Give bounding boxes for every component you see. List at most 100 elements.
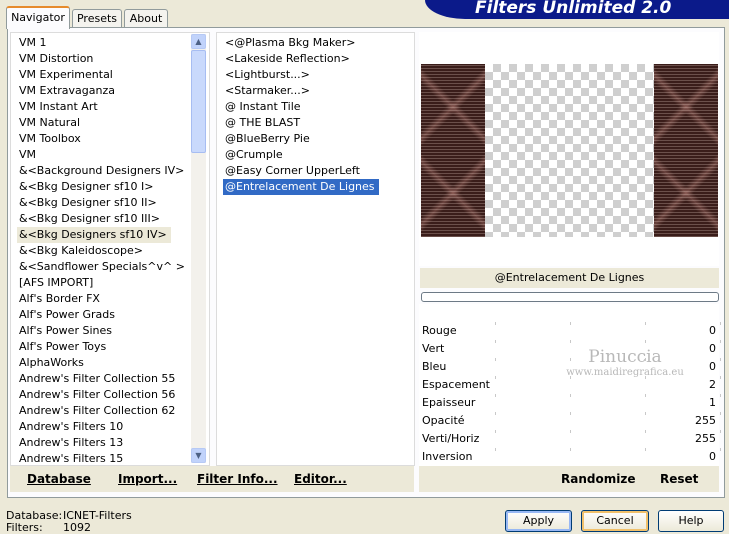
slider-tick: [645, 322, 646, 325]
slider-tick: [645, 448, 646, 451]
category-list-item[interactable]: Alf's Power Sines: [17, 323, 185, 339]
param-value: 0: [709, 342, 716, 355]
tab-about[interactable]: About: [124, 9, 168, 28]
filter-list-item[interactable]: @Crumple: [223, 147, 379, 163]
category-list-item[interactable]: Andrew's Filter Collection 56: [17, 387, 185, 403]
category-list-item[interactable]: &<Bkg Designers sf10 IV>: [17, 227, 171, 243]
editor-button[interactable]: Editor...: [294, 472, 347, 486]
param-label: Epaisseur: [422, 396, 476, 409]
category-list-item[interactable]: Alf's Power Grads: [17, 307, 185, 323]
category-list-item[interactable]: &<Sandflower Specials^v^ >: [17, 259, 185, 275]
category-list-item[interactable]: &<Bkg Kaleidoscope>: [17, 243, 185, 259]
filter-list-item[interactable]: <Lightburst...>: [223, 67, 379, 83]
app-title: Filters Unlimited 2.0: [475, 0, 672, 18]
category-list-item[interactable]: &<Background Designers IV>: [17, 163, 185, 179]
filter-list-item[interactable]: @ THE BLAST: [223, 115, 379, 131]
category-list-item[interactable]: VM: [17, 147, 185, 163]
category-list-item[interactable]: VM Experimental: [17, 67, 185, 83]
category-list-item[interactable]: VM Extravaganza: [17, 83, 185, 99]
param-value: 255: [695, 414, 716, 427]
param-row[interactable]: Rouge 0: [420, 322, 721, 340]
import-button[interactable]: Import...: [118, 472, 177, 486]
category-list-item[interactable]: VM Natural: [17, 115, 185, 131]
scroll-down-icon[interactable]: ▼: [191, 448, 206, 463]
param-label: Rouge: [422, 324, 457, 337]
slider-tick: [720, 394, 721, 397]
import-button-label: Import...: [118, 472, 178, 486]
category-list-item[interactable]: VM 1: [17, 35, 185, 51]
slider-tick: [720, 340, 721, 343]
category-list-item[interactable]: Alf's Power Toys: [17, 339, 185, 355]
category-list-item[interactable]: VM Distortion: [17, 51, 185, 67]
category-list-item[interactable]: Andrew's Filters 15: [17, 451, 185, 465]
slider-tick: [570, 322, 571, 325]
slider-tick: [570, 430, 571, 433]
param-row[interactable]: Opacité 255: [420, 412, 721, 430]
category-list-item[interactable]: &<Bkg Designer sf10 I>: [17, 179, 185, 195]
category-list-item[interactable]: Andrew's Filter Collection 55: [17, 371, 185, 387]
category-list-item[interactable]: [AFS IMPORT]: [17, 275, 185, 291]
watermark: Pinuccia www.maidiregrafica.eu: [545, 347, 705, 379]
param-label: Verti/Horiz: [422, 432, 480, 445]
slider-tick: [495, 430, 496, 433]
slider-tick: [570, 394, 571, 397]
filter-info-button[interactable]: Filter Info...: [197, 472, 278, 486]
randomize-button-label: Randomize: [561, 472, 636, 486]
slider-tick: [720, 322, 721, 325]
category-list-item[interactable]: Andrew's Filters 13: [17, 435, 185, 451]
param-label: Bleu: [422, 360, 447, 373]
category-list-item[interactable]: &<Bkg Designer sf10 III>: [17, 211, 185, 227]
slider-tick: [720, 430, 721, 433]
footer-filters-label: Filters:: [6, 521, 43, 534]
preview-left-panel: [421, 64, 485, 237]
reset-button[interactable]: Reset: [660, 472, 698, 486]
slider-tick: [495, 322, 496, 325]
category-list-item[interactable]: AlphaWorks: [17, 355, 185, 371]
help-button[interactable]: Help: [658, 510, 724, 532]
slider-tick: [645, 394, 646, 397]
slider-tick: [720, 358, 721, 361]
slider-tick: [570, 412, 571, 415]
slider-tick: [495, 358, 496, 361]
filter-list-item[interactable]: <@Plasma Bkg Maker>: [223, 35, 379, 51]
slider-tick: [645, 340, 646, 343]
watermark-url: www.maidiregrafica.eu: [566, 367, 684, 378]
category-scrollbar[interactable]: ▲ ▼: [191, 34, 206, 463]
category-list-item[interactable]: &<Bkg Designer sf10 II>: [17, 195, 185, 211]
category-list-item[interactable]: Andrew's Filters 10: [17, 419, 185, 435]
filter-list-item[interactable]: <Starmaker...>: [223, 83, 379, 99]
param-row[interactable]: Inversion 0: [420, 448, 721, 466]
filter-list-item[interactable]: @Entrelacement De Lignes: [223, 179, 379, 195]
category-list-item[interactable]: Andrew's Filter Collection 62: [17, 403, 185, 419]
tab-presets[interactable]: Presets: [72, 9, 122, 28]
progress-bar: [421, 292, 719, 302]
scroll-up-icon[interactable]: ▲: [191, 34, 206, 49]
cancel-button[interactable]: Cancel: [581, 510, 649, 532]
category-list-item[interactable]: Alf's Border FX: [17, 291, 185, 307]
category-list[interactable]: VM 1 VM Distortion VM Experimental VM Extra…: [10, 32, 210, 466]
preview-right-panel: [654, 64, 718, 237]
preview-image: [421, 64, 718, 237]
randomize-button[interactable]: Randomize: [561, 472, 635, 486]
category-list-item[interactable]: VM Instant Art: [17, 99, 185, 115]
param-row[interactable]: Verti/Horiz 255: [420, 430, 721, 448]
param-value: 2: [709, 378, 716, 391]
database-button-label: Database: [27, 472, 91, 486]
filter-list[interactable]: <@Plasma Bkg Maker> <Lakeside Reflection>…: [216, 32, 415, 466]
filter-list-item[interactable]: @ Instant Tile: [223, 99, 379, 115]
tab-navigator[interactable]: Navigator: [6, 6, 70, 29]
slider-tick: [570, 448, 571, 451]
filter-list-item[interactable]: <Lakeside Reflection>: [223, 51, 379, 67]
filter-list-item[interactable]: @BlueBerry Pie: [223, 131, 379, 147]
param-row[interactable]: Epaisseur 1: [420, 394, 721, 412]
param-value: 0: [709, 324, 716, 337]
watermark-name: Pinuccia: [588, 347, 662, 367]
category-list-item[interactable]: VM Toolbox: [17, 131, 185, 147]
param-value: 0: [709, 360, 716, 373]
param-label: Opacité: [422, 414, 465, 427]
apply-button[interactable]: Apply: [505, 510, 572, 532]
slider-tick: [495, 340, 496, 343]
filter-list-item[interactable]: @Easy Corner UpperLeft: [223, 163, 379, 179]
scroll-thumb[interactable]: [191, 50, 206, 153]
database-button[interactable]: Database: [27, 472, 91, 486]
